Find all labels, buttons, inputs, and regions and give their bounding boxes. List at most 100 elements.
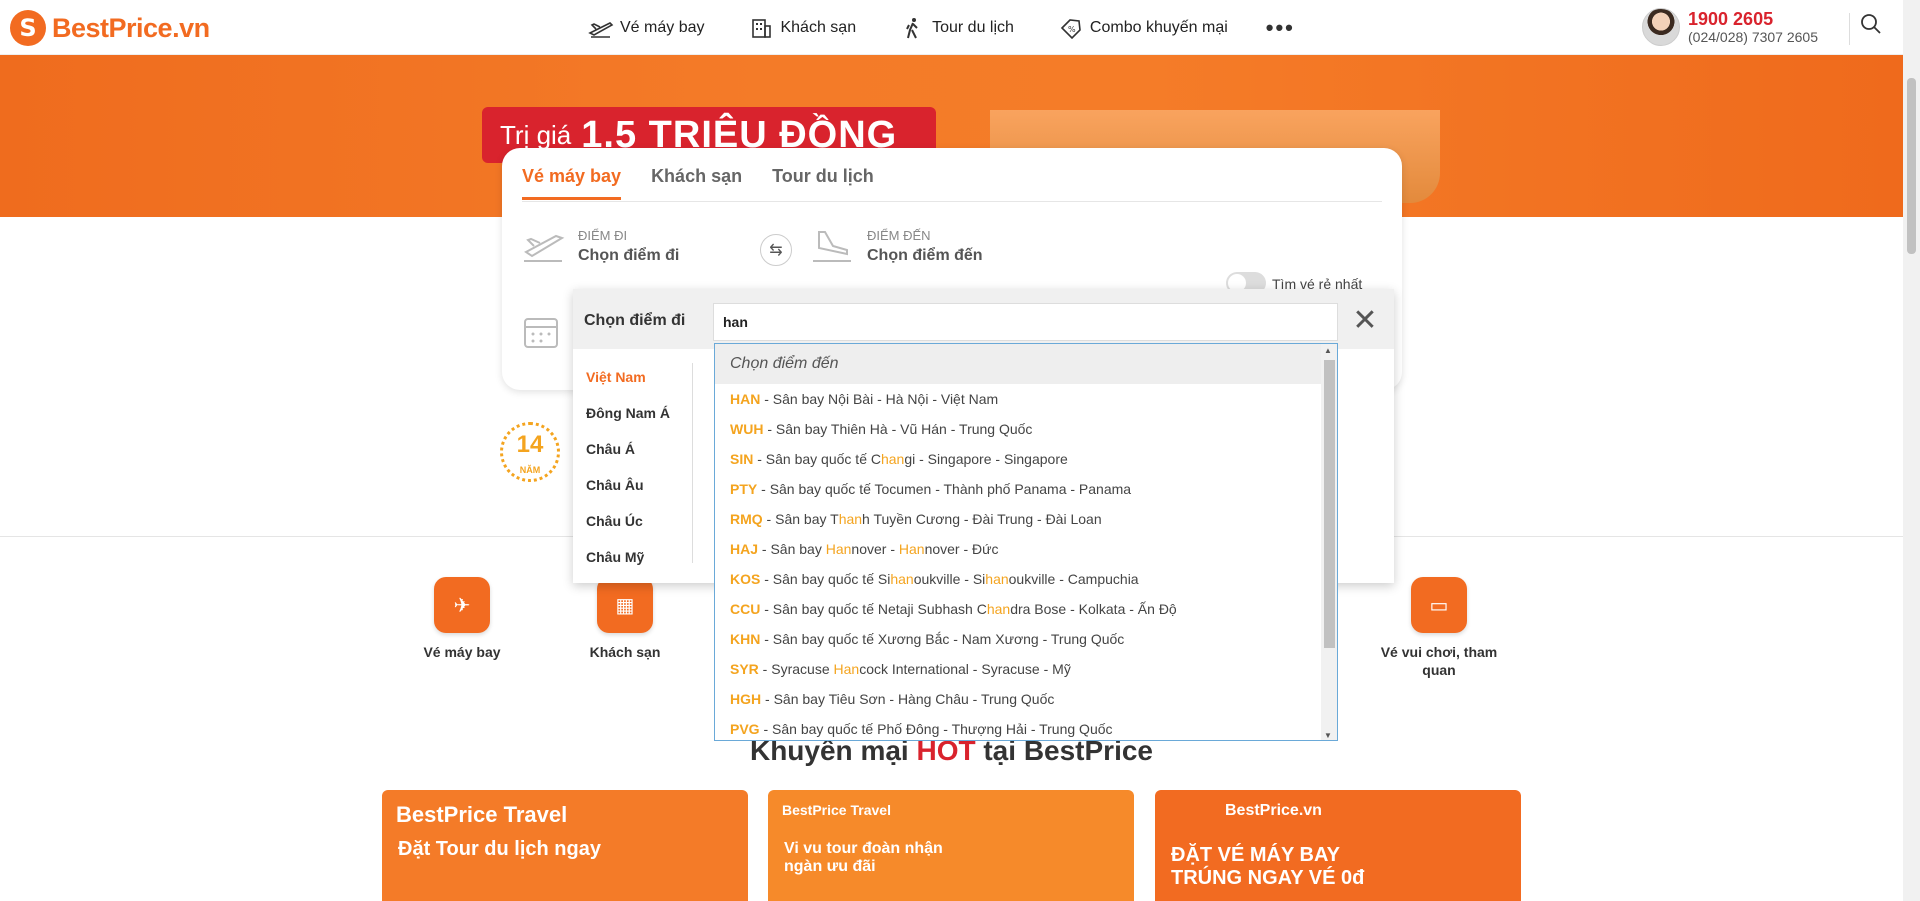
promo-card[interactable]: BestPrice Travel Đặt Tour du lịch ngay bbox=[382, 790, 748, 901]
region-item[interactable]: Việt Nam bbox=[573, 363, 692, 399]
more-menu-icon[interactable]: ••• bbox=[1266, 15, 1295, 41]
region-item[interactable]: Châu Mỹ bbox=[573, 543, 692, 579]
site-header: S BestPrice.vn Vé máy bay Khách sạn Tour… bbox=[0, 0, 1903, 55]
airport-code: HGH bbox=[730, 691, 762, 707]
promo-card[interactable]: BestPrice Travel Vi vu tour đoàn nhận ng… bbox=[768, 790, 1134, 901]
search-tabs: Vé máy bay Khách sạn Tour du lịch bbox=[522, 166, 874, 200]
service-hotels-label: Khách sạn bbox=[589, 644, 661, 660]
search-icon[interactable] bbox=[1849, 13, 1881, 45]
airport-name-text: Sân bay bbox=[770, 541, 826, 557]
airport-code: SIN bbox=[730, 451, 754, 467]
match-highlight: han bbox=[986, 601, 1011, 617]
scroll-down-icon[interactable]: ▼ bbox=[1324, 731, 1332, 740]
region-item[interactable]: Đông Nam Á bbox=[573, 399, 692, 435]
service-hotels[interactable]: ▦ Khách sạn bbox=[565, 577, 685, 661]
suggestion-item[interactable]: KOS - Sân bay quốc tế Sihanoukville - Si… bbox=[715, 564, 1337, 594]
nav-combo[interactable]: % Combo khuyến mại bbox=[1058, 17, 1228, 39]
tab-flights[interactable]: Vé máy bay bbox=[522, 166, 622, 200]
hotline-number: 1900 2605 bbox=[1688, 8, 1774, 29]
airport-name-text: Sân bay quốc tế Netaji Subhash C bbox=[772, 601, 987, 617]
service-attractions[interactable]: ▭ Vé vui chơi, tham quan bbox=[1379, 577, 1499, 679]
nav-tours[interactable]: Tour du lịch bbox=[900, 17, 1014, 39]
airport-code: KOS bbox=[730, 571, 761, 587]
region-item[interactable]: Châu Úc bbox=[573, 507, 692, 543]
match-highlight: Han bbox=[898, 541, 925, 557]
airport-name-text: Sân bay quốc tế Si bbox=[772, 571, 891, 587]
airport-name-text: cock International - Syracuse - Mỹ bbox=[859, 661, 1071, 677]
nav-hotels[interactable]: Khách sạn bbox=[748, 17, 856, 39]
landing-icon bbox=[813, 231, 851, 262]
years-number: 14 bbox=[516, 431, 544, 458]
service-flights[interactable]: ✈ Vé máy bay bbox=[402, 577, 522, 661]
hotline-sub: (024/028) 7307 2605 bbox=[1688, 28, 1818, 45]
scrollbar-thumb[interactable] bbox=[1324, 360, 1335, 648]
tab-tours[interactable]: Tour du lịch bbox=[772, 166, 874, 200]
match-highlight: han bbox=[880, 451, 905, 467]
logo[interactable]: S BestPrice.vn bbox=[10, 10, 210, 46]
promo-text: ĐẶT VÉ MÁY BAY TRÚNG NGAY VÉ 0đ bbox=[1171, 844, 1365, 889]
airport-name-text: Syracuse bbox=[771, 661, 834, 677]
suggestion-item[interactable]: CCU - Sân bay quốc tế Netaji Subhash Cha… bbox=[715, 594, 1337, 624]
suggestion-item[interactable]: KHN - Sân bay quốc tế Xương Bắc - Nam Xư… bbox=[715, 624, 1337, 654]
airport-suggestions-dropdown: Chọn điểm đến HAN - Sân bay Nội Bài - Hà… bbox=[714, 343, 1338, 741]
hotline[interactable]: 1900 2605 (024/028) 7307 2605 bbox=[1642, 8, 1818, 46]
swap-icon[interactable]: ⇆ bbox=[760, 234, 792, 266]
suggestion-item[interactable]: RMQ - Sân bay Thanh Tuyền Cương - Đài Tr… bbox=[715, 504, 1337, 534]
airport-name-text: h Tuyền Cương - Đài Trung - Đài Loan bbox=[862, 511, 1102, 527]
from-field[interactable]: ĐIỂM ĐI Chọn điểm đi bbox=[522, 228, 679, 265]
tab-hotels[interactable]: Khách sạn bbox=[651, 166, 742, 200]
banner-prefix: Trị giá bbox=[500, 119, 572, 150]
suggestion-item[interactable]: HGH - Sân bay Tiêu Sơn - Hàng Châu - Tru… bbox=[715, 684, 1337, 714]
years-badge: 14 NĂM bbox=[500, 422, 560, 482]
close-icon[interactable]: ✕ bbox=[1349, 306, 1381, 339]
ticket-icon: ▭ bbox=[1411, 577, 1467, 633]
suggestion-item[interactable]: PTY - Sân bay quốc tế Tocumen - Thành ph… bbox=[715, 474, 1337, 504]
discount-tag-icon: % bbox=[1060, 18, 1081, 39]
airport-name-text: oukville - Campuchia bbox=[1008, 571, 1139, 587]
airport-name-text: nover - bbox=[851, 541, 899, 557]
building-icon: ▦ bbox=[597, 577, 653, 633]
origin-search-input[interactable] bbox=[713, 303, 1338, 341]
years-unit: NĂM bbox=[519, 465, 541, 475]
suggestion-item[interactable]: SYR - Syracuse Hancock International - S… bbox=[715, 654, 1337, 684]
region-item[interactable]: Châu Âu bbox=[573, 471, 692, 507]
match-highlight: han bbox=[890, 571, 914, 587]
promo-card[interactable]: BestPrice.vn ĐẶT VÉ MÁY BAY TRÚNG NGAY V… bbox=[1155, 790, 1521, 901]
airport-name-text: nover - Đức bbox=[924, 541, 999, 557]
airport-name-text: Sân bay Thiên Hà - Vũ Hán - Trung Quốc bbox=[775, 421, 1033, 437]
airport-name-text: Sân bay quốc tế Tocumen - Thành phố Pana… bbox=[769, 481, 1132, 497]
suggestion-item[interactable]: SIN - Sân bay quốc tế Changi - Singapore… bbox=[715, 444, 1337, 474]
hotel-icon bbox=[752, 18, 772, 38]
region-list: Việt Nam Đông Nam Á Châu Á Châu Âu Châu … bbox=[573, 363, 693, 565]
airport-code: HAN bbox=[730, 391, 761, 407]
tab-divider bbox=[522, 201, 1382, 202]
airport-name-text: Sân bay quốc tế Xương Bắc - Nam Xương - … bbox=[772, 631, 1125, 647]
to-field[interactable]: ĐIỂM ĐẾN Chọn điểm đến bbox=[811, 228, 983, 265]
promo-brand: BestPrice Travel bbox=[782, 802, 891, 818]
modal-header: Chọn điểm đi ✕ bbox=[573, 289, 1394, 349]
suggestion-item[interactable]: HAJ - Sân bay Hannover - Hannover - Đức bbox=[715, 534, 1337, 564]
match-highlight: han bbox=[985, 571, 1009, 587]
airport-name-text: Sân bay Tiêu Sơn - Hàng Châu - Trung Quố… bbox=[773, 691, 1055, 707]
logo-text: BestPrice.vn bbox=[52, 12, 210, 43]
match-highlight: Han bbox=[833, 661, 860, 677]
suggestion-item[interactable]: WUH - Sân bay Thiên Hà - Vũ Hán - Trung … bbox=[715, 414, 1337, 444]
airport-code: SYR bbox=[730, 661, 759, 677]
nav-flights[interactable]: Vé máy bay bbox=[588, 17, 704, 39]
page-scrollbar-thumb[interactable] bbox=[1907, 78, 1916, 254]
suggestion-item[interactable]: PVG - Sân bay quốc tế Phố Đông - Thượng … bbox=[715, 714, 1337, 740]
page-scrollbar[interactable] bbox=[1903, 0, 1920, 901]
promo-text: Vi vu tour đoàn nhận ngàn ưu đãi bbox=[784, 840, 943, 875]
suggestion-item[interactable]: HAN - Sân bay Nội Bài - Hà Nội - Việt Na… bbox=[715, 384, 1337, 414]
from-value: Chọn điểm đi bbox=[578, 247, 680, 264]
scroll-up-icon[interactable]: ▲ bbox=[1324, 346, 1332, 355]
airport-name-text: Sân bay Nội Bài - Hà Nội - Việt Nam bbox=[772, 391, 999, 407]
promo-brand: BestPrice Travel bbox=[396, 802, 568, 827]
suggestion-list: HAN - Sân bay Nội Bài - Hà Nội - Việt Na… bbox=[715, 384, 1337, 740]
dropdown-scrollbar[interactable]: ▲ ▼ bbox=[1321, 344, 1337, 740]
promo-text: Đặt Tour du lịch ngay bbox=[398, 838, 601, 860]
airplane-ticket-icon: ✈ bbox=[434, 577, 490, 633]
airport-code: HAJ bbox=[730, 541, 759, 557]
region-item[interactable]: Châu Á bbox=[573, 435, 692, 471]
airport-name-text: Sân bay quốc tế C bbox=[765, 451, 881, 467]
